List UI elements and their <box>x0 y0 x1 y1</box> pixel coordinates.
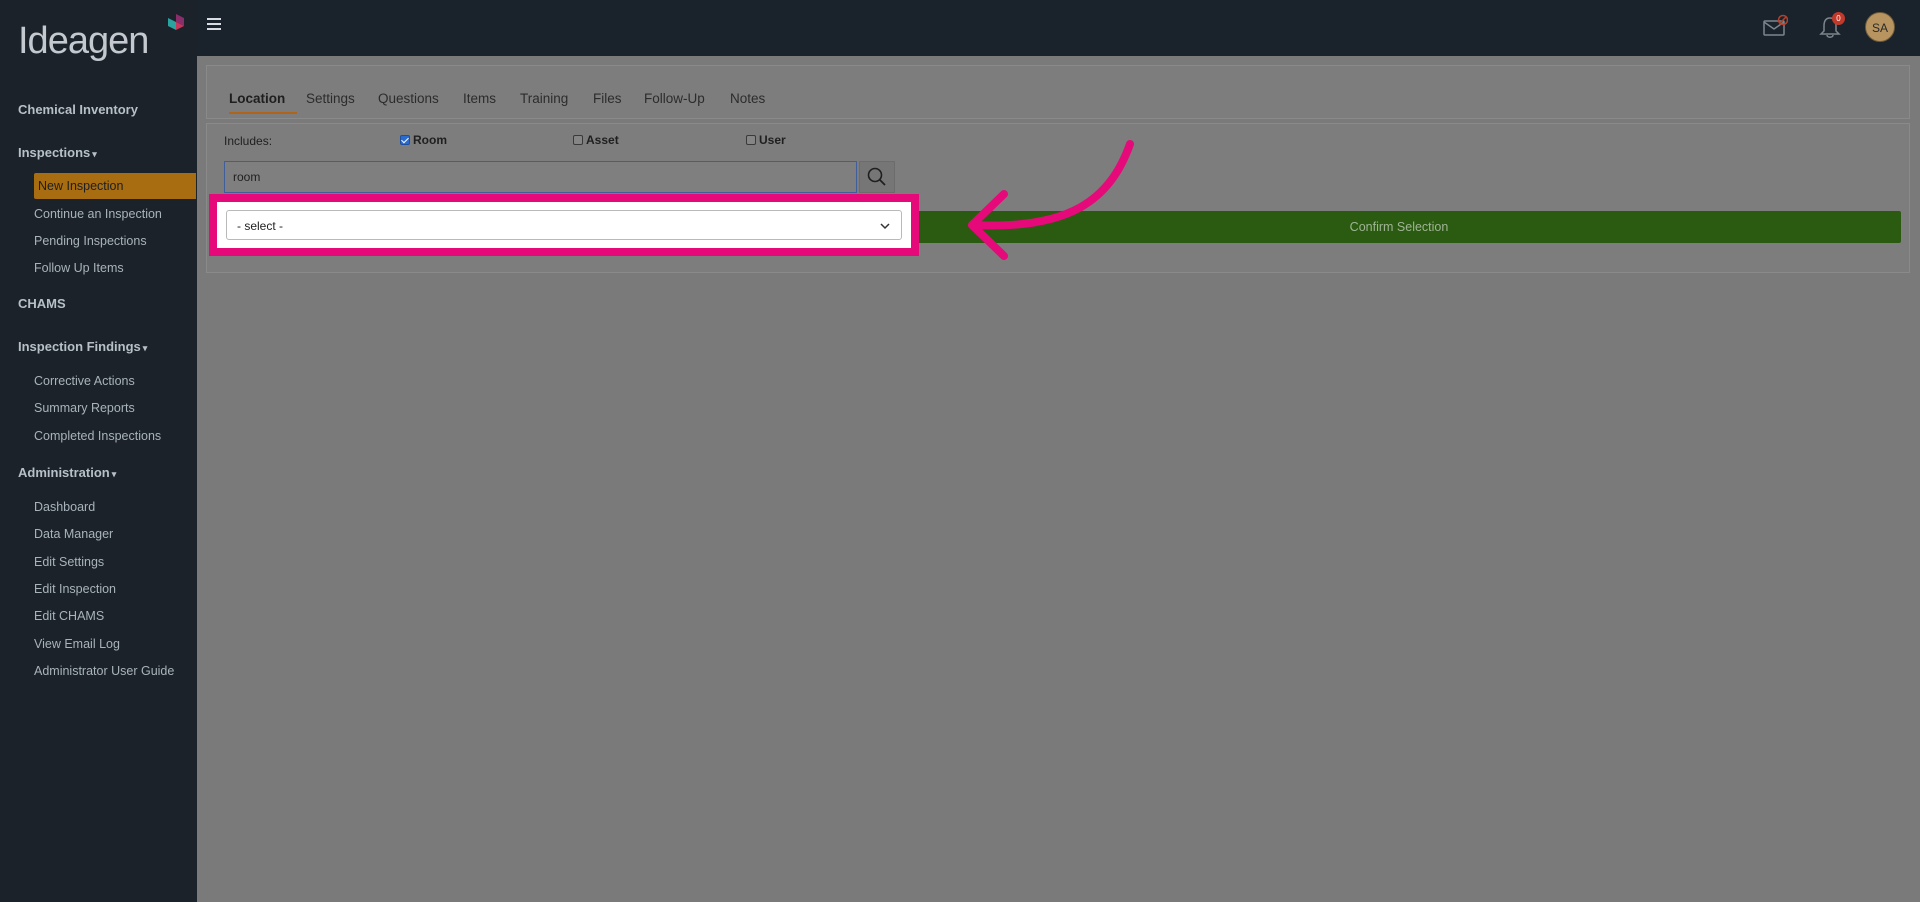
search-button[interactable] <box>859 161 895 193</box>
includes-label: Includes: <box>224 134 273 148</box>
tab-settings[interactable]: Settings <box>306 91 355 106</box>
asset-checkbox-label: Asset <box>586 133 619 147</box>
sidebar-item-edit-settings[interactable]: Edit Settings <box>34 555 104 569</box>
tab-questions[interactable]: Questions <box>378 91 439 106</box>
top-bar: 0 SA <box>197 0 1920 56</box>
notification-bell-icon[interactable]: 0 <box>1817 12 1845 45</box>
sidebar-item-follow-up-items[interactable]: Follow Up Items <box>34 261 124 275</box>
notification-count-badge: 0 <box>1832 12 1845 25</box>
sidebar: Ideagen Chemical Inventory Inspections ▾ … <box>0 0 197 902</box>
sidebar-section-administration[interactable]: Administration ▾ <box>18 465 116 480</box>
tab-notes[interactable]: Notes <box>730 91 765 106</box>
sidebar-item-view-email-log[interactable]: View Email Log <box>34 637 120 651</box>
sidebar-item-continue-inspection[interactable]: Continue an Inspection <box>34 207 162 221</box>
mail-icon[interactable] <box>1762 14 1789 45</box>
room-checkbox[interactable]: Room <box>400 133 447 147</box>
logo-text: Ideagen <box>18 20 149 62</box>
annotation-arrow-icon <box>968 140 1134 260</box>
sidebar-section-inspections[interactable]: Inspections ▾ <box>18 145 97 160</box>
tab-location[interactable]: Location <box>229 91 285 106</box>
location-select-dropdown[interactable]: - select - <box>226 210 902 240</box>
sidebar-item-dashboard[interactable]: Dashboard <box>34 500 95 514</box>
checkbox-unchecked-icon <box>573 135 583 145</box>
chevron-down-icon <box>880 223 890 230</box>
sidebar-section-chams[interactable]: CHAMS <box>18 296 66 311</box>
sidebar-item-data-manager[interactable]: Data Manager <box>34 527 113 541</box>
sidebar-item-new-inspection[interactable]: New Inspection <box>34 173 196 199</box>
caret-down-icon: ▾ <box>92 149 97 159</box>
sidebar-item-corrective-actions[interactable]: Corrective Actions <box>34 374 135 388</box>
user-avatar[interactable]: SA <box>1865 12 1895 42</box>
tab-items[interactable]: Items <box>463 91 496 106</box>
select-value: - select - <box>237 219 284 233</box>
sidebar-section-chemical-inventory[interactable]: Chemical Inventory <box>18 102 138 117</box>
logo-mark-icon <box>168 14 184 30</box>
sidebar-section-label: Administration <box>18 465 110 480</box>
tab-training[interactable]: Training <box>520 91 568 106</box>
tabs-card: Location Settings Questions Items Traini… <box>206 65 1910 119</box>
ideagen-logo[interactable]: Ideagen <box>18 12 188 62</box>
location-search-input[interactable] <box>224 161 857 193</box>
sidebar-section-inspection-findings[interactable]: Inspection Findings ▾ <box>18 339 147 354</box>
hamburger-menu-icon[interactable] <box>207 18 221 33</box>
caret-down-icon: ▾ <box>142 343 148 353</box>
sidebar-section-label: Inspections <box>18 145 91 160</box>
sidebar-section-label: Inspection Findings <box>18 339 141 354</box>
search-icon <box>867 167 886 186</box>
asset-checkbox[interactable]: Asset <box>573 133 619 147</box>
checkbox-checked-icon <box>400 135 410 145</box>
active-tab-indicator <box>229 112 297 114</box>
sidebar-item-edit-inspection[interactable]: Edit Inspection <box>34 582 116 596</box>
user-checkbox[interactable]: User <box>746 133 786 147</box>
tab-follow-up[interactable]: Follow-Up <box>644 91 705 106</box>
room-checkbox-label: Room <box>413 133 447 147</box>
sidebar-item-completed-inspections[interactable]: Completed Inspections <box>34 429 161 443</box>
sidebar-item-administrator-user-guide[interactable]: Administrator User Guide <box>34 664 174 678</box>
sidebar-item-edit-chams[interactable]: Edit CHAMS <box>34 609 104 623</box>
caret-down-icon: ▾ <box>111 469 117 479</box>
tab-files[interactable]: Files <box>593 91 622 106</box>
sidebar-item-summary-reports[interactable]: Summary Reports <box>34 401 135 415</box>
checkbox-unchecked-icon <box>746 135 756 145</box>
user-checkbox-label: User <box>759 133 786 147</box>
sidebar-item-pending-inspections[interactable]: Pending Inspections <box>34 234 147 248</box>
